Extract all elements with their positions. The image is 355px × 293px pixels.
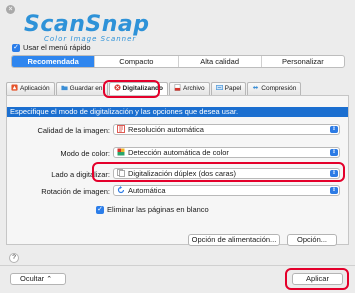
- quick-menu-row[interactable]: ✓ Usar el menú rápido: [12, 43, 91, 53]
- chevron-up-icon: ⌃: [46, 276, 53, 283]
- tab-label: Archivo: [182, 85, 205, 92]
- logo-sub-text: Color Image Scanner: [44, 35, 137, 43]
- remove-blank-label: Eliminar las páginas en blanco: [107, 205, 209, 214]
- chevron-updown-icon: ⇕: [330, 149, 338, 156]
- file-icon: [174, 84, 181, 91]
- help-button[interactable]: ?: [9, 253, 19, 263]
- tab-archivo[interactable]: Archivo: [168, 82, 210, 95]
- tab-compresion[interactable]: Compresión: [247, 82, 302, 95]
- color-mode-label: Modo de color:: [60, 149, 110, 158]
- rotation-label: Rotación de imagen:: [41, 187, 110, 196]
- settings-tabs: Aplicación Guardar en Digitalizando Arch…: [6, 82, 302, 95]
- chevron-updown-icon: ⇕: [330, 170, 338, 177]
- hide-button[interactable]: Ocultar ⌃: [10, 273, 66, 285]
- remove-blank-row[interactable]: ✓ Eliminar las páginas en blanco: [96, 205, 209, 215]
- profile-compacto[interactable]: Compacto: [94, 56, 177, 67]
- profile-alta-calidad[interactable]: Alta calidad: [177, 56, 261, 67]
- quick-menu-checkbox[interactable]: ✓: [12, 44, 20, 53]
- remove-blank-checkbox[interactable]: ✓: [96, 206, 104, 215]
- compress-icon: [253, 85, 259, 90]
- rotation-value: Automática: [128, 186, 166, 195]
- duplex-icon: [117, 169, 125, 177]
- app-icon: [11, 84, 18, 91]
- tab-digitalizando[interactable]: Digitalizando: [108, 82, 168, 95]
- profile-segmented-control: Recomendada Compacto Alta calidad Person…: [11, 55, 345, 68]
- resolution-icon: [117, 125, 125, 133]
- tab-guardar-en[interactable]: Guardar en: [55, 82, 108, 95]
- tab-label: Digitalizando: [122, 85, 163, 92]
- close-icon[interactable]: ×: [6, 5, 15, 14]
- logo-main-text: ScanSnap: [24, 12, 150, 37]
- scan-side-value: Digitalización dúplex (dos caras): [128, 169, 236, 178]
- color-detect-icon: [117, 148, 125, 156]
- folder-icon: [61, 85, 68, 91]
- profile-personalizar[interactable]: Personalizar: [260, 56, 344, 67]
- paper-icon: [215, 85, 223, 90]
- apply-button[interactable]: Aplicar: [292, 273, 343, 285]
- profile-recomendada[interactable]: Recomendada: [12, 56, 95, 67]
- scansnap-logo: ScanSnap Color Image Scanner: [24, 12, 154, 44]
- scan-side-select[interactable]: Digitalización dúplex (dos caras) ⇕: [113, 168, 340, 179]
- hide-label: Ocultar: [20, 274, 45, 283]
- image-quality-select[interactable]: Resolución automática ⇕: [113, 124, 340, 135]
- quick-menu-label: Usar el menú rápido: [23, 43, 91, 52]
- color-mode-value: Detección automática de color: [128, 148, 229, 157]
- tab-papel[interactable]: Papel: [210, 82, 247, 95]
- image-quality-value: Resolución automática: [128, 125, 204, 134]
- rotation-select[interactable]: Automática ⇕: [113, 185, 340, 196]
- footer-divider: [0, 265, 355, 266]
- instruction-bar: Especifique el modo de digitalización y …: [7, 107, 348, 117]
- chevron-updown-icon: ⇕: [330, 187, 338, 194]
- option-button[interactable]: Opción...: [287, 234, 337, 246]
- tab-aplicacion[interactable]: Aplicación: [6, 82, 55, 95]
- tab-label: Compresión: [261, 85, 297, 92]
- rotate-icon: [117, 186, 125, 194]
- tab-label: Papel: [224, 85, 242, 92]
- tab-label: Aplicación: [20, 85, 50, 92]
- scan-side-label: Lado a digitalizar:: [51, 170, 110, 179]
- feed-option-button[interactable]: Opción de alimentación...: [188, 234, 280, 246]
- scan-icon: [113, 84, 121, 91]
- color-mode-select[interactable]: Detección automática de color ⇕: [113, 147, 340, 158]
- chevron-updown-icon: ⇕: [330, 126, 338, 133]
- tab-label: Guardar en: [69, 85, 103, 92]
- image-quality-label: Calidad de la imagen:: [37, 126, 110, 135]
